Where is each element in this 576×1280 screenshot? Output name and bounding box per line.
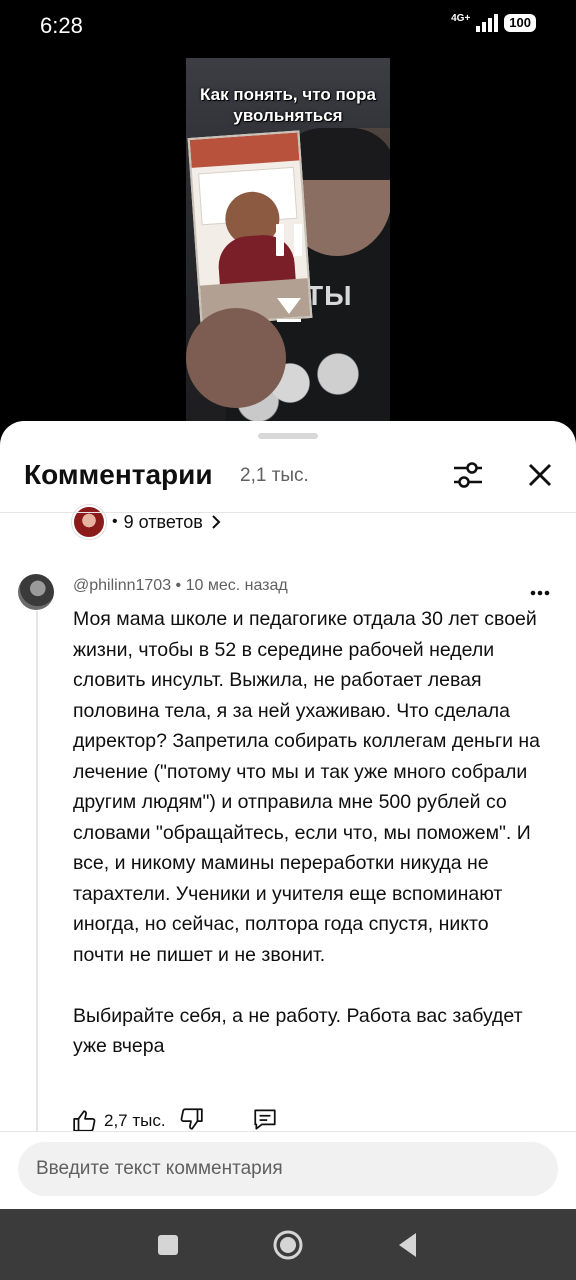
navigation-bar <box>0 1209 576 1280</box>
avatar[interactable] <box>18 574 54 610</box>
thumb-down-icon <box>180 1107 203 1130</box>
signal-icon <box>476 14 499 32</box>
chevron-right-icon <box>212 515 221 529</box>
comment-actions: 2,7 тыс. <box>72 1105 278 1137</box>
comments-count: 2,1 тыс. <box>240 465 309 486</box>
nav-recents-button[interactable] <box>150 1227 186 1263</box>
comment-text: Моя мама школе и педагогике отдала 30 ле… <box>73 608 541 1057</box>
status-time: 6:28 <box>40 13 83 38</box>
phone-header <box>189 132 300 168</box>
filter-button[interactable] <box>448 455 488 495</box>
reply-icon <box>253 1108 276 1130</box>
status-bar: 6:28 4G+ 100 <box>0 0 576 52</box>
replies-link[interactable]: 9 ответов <box>124 512 203 533</box>
more-button[interactable] <box>528 581 552 605</box>
video-shirt-text: ТЫ <box>306 280 353 311</box>
video-hand <box>186 308 286 408</box>
replies-link-row[interactable]: • 9 ответов <box>72 505 223 539</box>
close-icon <box>529 464 551 486</box>
comments-sheet: Комментарии 2,1 тыс. • 9 ответов @philin… <box>0 421 576 1209</box>
reply-avatar <box>72 505 106 539</box>
battery-indicator: 100 <box>504 14 536 32</box>
comments-title: Комментарии <box>24 459 213 490</box>
network-type: 4G+ <box>451 13 471 24</box>
input-divider <box>0 1131 576 1132</box>
nav-recents-icon <box>158 1235 178 1255</box>
comments-header: Комментарии 2,1 тыс. <box>0 443 576 509</box>
like-count: 2,7 тыс. <box>104 1111 166 1130</box>
chevron-down-icon[interactable] <box>274 296 304 324</box>
filter-icon <box>454 462 482 488</box>
thread-line <box>36 611 38 1131</box>
comment-input[interactable] <box>18 1142 558 1196</box>
drag-handle[interactable] <box>258 433 318 439</box>
header-divider <box>0 512 576 513</box>
video-title-overlay: Как понять, что пора увольняться <box>200 85 376 125</box>
nav-back-button[interactable] <box>390 1227 426 1263</box>
close-button[interactable] <box>520 455 560 495</box>
more-icon <box>530 590 550 596</box>
separator-dot: • <box>112 513 118 530</box>
pause-icon[interactable] <box>274 224 304 256</box>
status-indicators: 4G+ 100 <box>451 14 536 32</box>
nav-home-icon <box>273 1230 303 1260</box>
comment-meta[interactable]: @philinn1703 • 10 мес. назад <box>73 577 288 595</box>
nav-back-icon <box>399 1233 416 1257</box>
nav-home-button[interactable] <box>270 1227 306 1263</box>
video-player[interactable]: ТЫ Как понять, что пора увольняться <box>186 58 390 426</box>
